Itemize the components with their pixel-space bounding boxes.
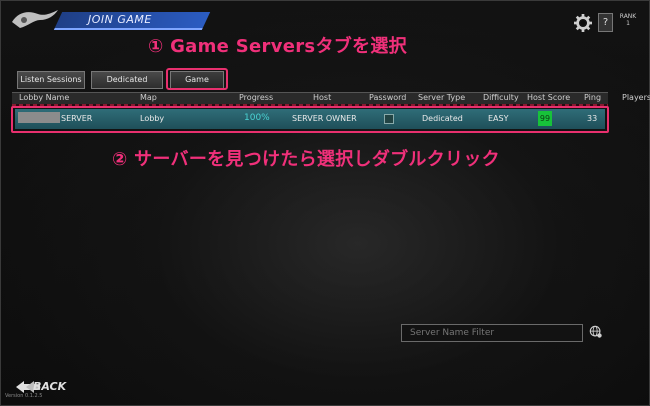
server-name-filter-input[interactable] (401, 324, 583, 342)
tab-dedicated-sessions[interactable]: Dedicated Sessions (91, 71, 163, 100)
column-header-map[interactable]: Map (140, 93, 157, 102)
version-label: Version 0.1.2.5 (5, 393, 43, 399)
globe-icon[interactable] (589, 325, 603, 339)
rank-value: 1 (626, 20, 630, 27)
page-title: JOIN GAME (88, 13, 152, 26)
column-header-difficulty[interactable]: Difficulty (483, 93, 519, 102)
column-header-host-score[interactable]: Host Score (527, 93, 570, 102)
column-header-progress[interactable]: Progress (239, 93, 273, 102)
rank-label: RANK (619, 13, 637, 20)
gear-icon[interactable] (574, 14, 592, 32)
annotation-step-2: ② サーバーを見つけたら選択しダブルクリック (112, 149, 500, 170)
column-header-players[interactable]: Players (622, 93, 650, 102)
help-icon[interactable]: ? (598, 13, 613, 32)
highlight-server-row (11, 106, 609, 133)
column-header-ping[interactable]: Ping (584, 93, 601, 102)
column-header-server-type[interactable]: Server Type (418, 93, 465, 102)
annotation-step-1: ① Game Serversタブを選択 (148, 36, 407, 57)
back-button-label[interactable]: BACK (33, 380, 66, 393)
rank-indicator: RANK 1 (614, 13, 642, 27)
column-header-host[interactable]: Host (313, 93, 331, 102)
column-header-password[interactable]: Password (369, 93, 406, 102)
tab-listen-sessions[interactable]: Listen Sessions (17, 71, 85, 89)
background (0, 0, 650, 406)
column-header-lobby-name[interactable]: Lobby Name (19, 93, 69, 102)
highlight-game-servers-tab (166, 68, 228, 90)
